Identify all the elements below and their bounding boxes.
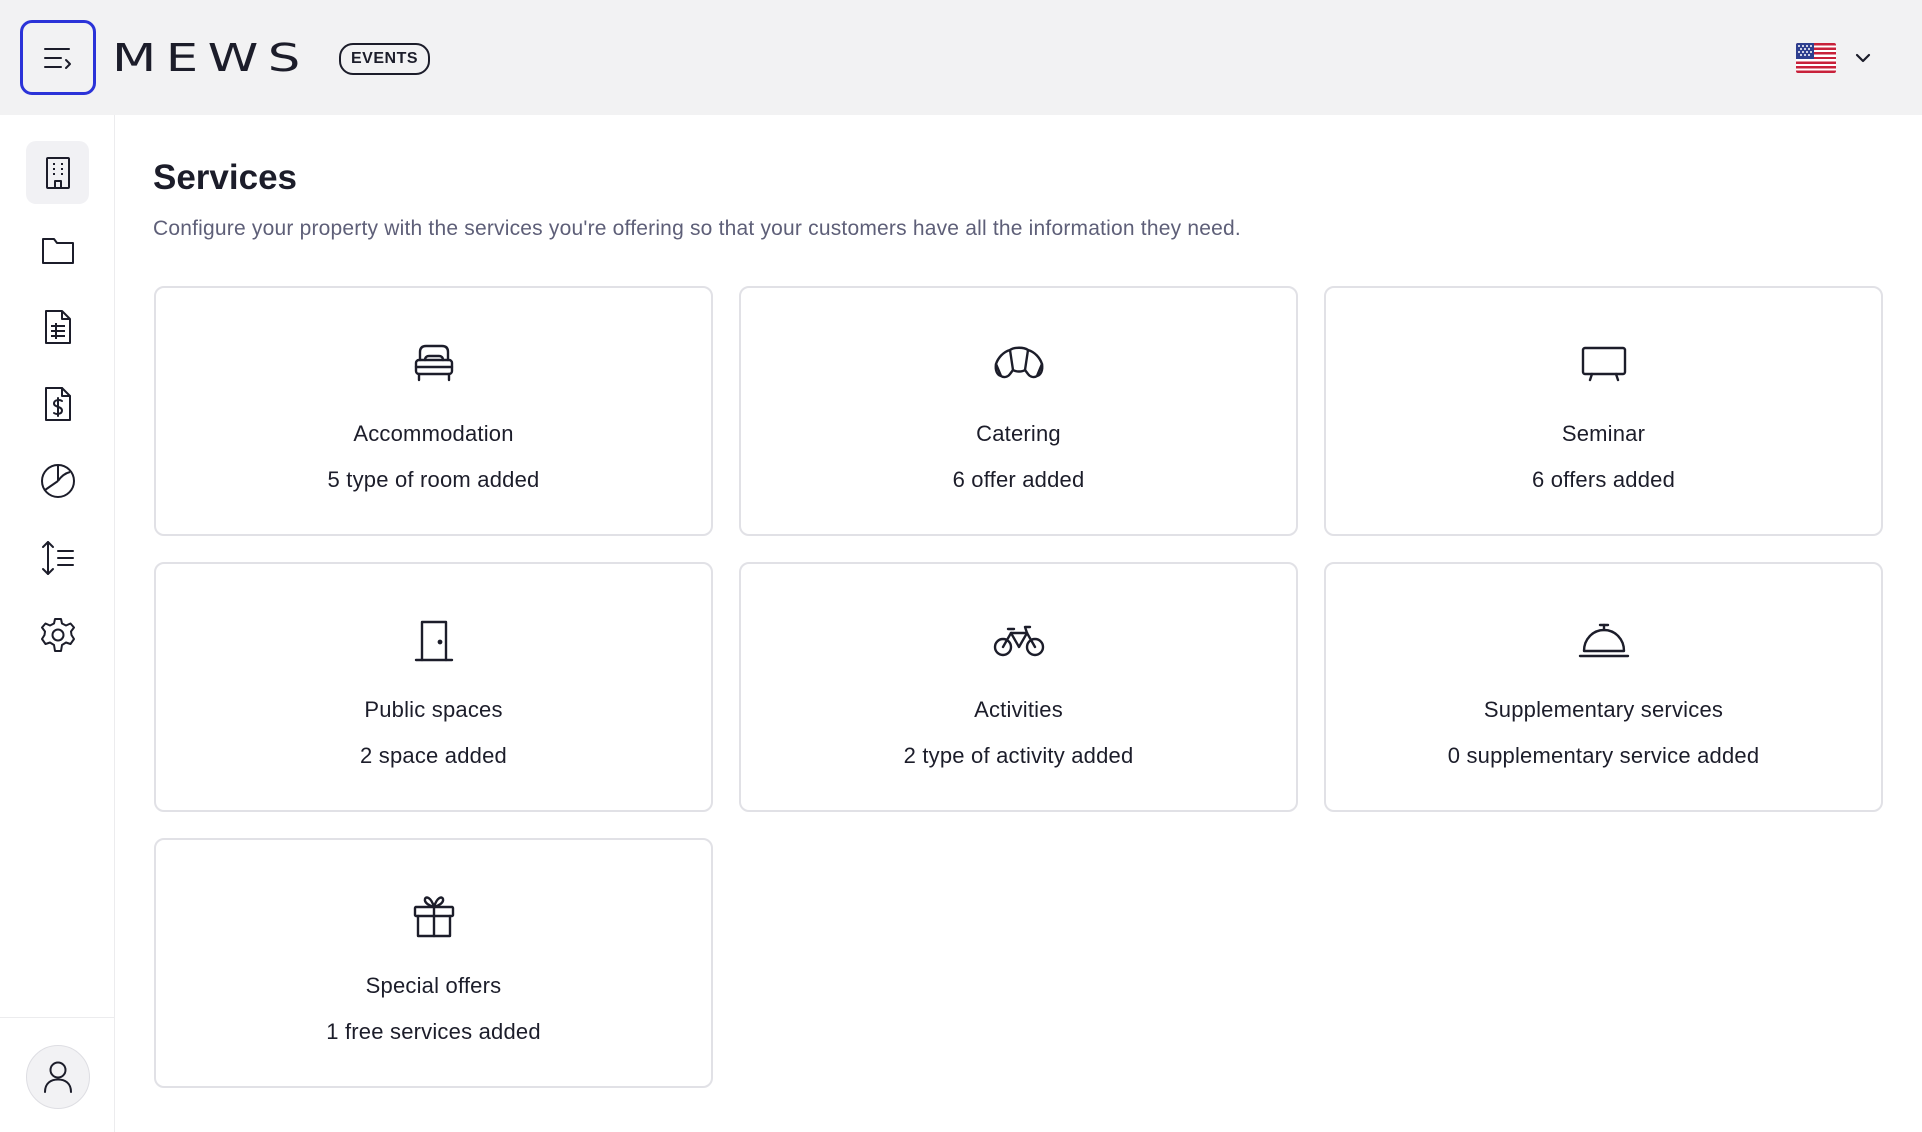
sidebar-item-documents[interactable]	[26, 295, 89, 358]
service-card-special-offers[interactable]: Special offers 1 free services added	[154, 838, 713, 1088]
card-title: Special offers	[365, 973, 502, 998]
card-subtitle: 2 space added	[360, 743, 507, 768]
language-selector[interactable]	[1796, 40, 1872, 76]
page-title: Services	[153, 158, 298, 197]
service-card-supplementary-services[interactable]: Supplementary services 0 supplementary s…	[1324, 562, 1883, 812]
card-subtitle: 6 offer added	[952, 467, 1085, 492]
menu-toggle-button[interactable]	[20, 20, 96, 95]
card-subtitle: 0 supplementary service added	[1447, 743, 1760, 768]
card-title: Public spaces	[364, 697, 503, 722]
card-title: Catering	[976, 421, 1061, 446]
sort-lines-icon	[40, 540, 76, 576]
service-card-catering[interactable]: Catering 6 offer added	[739, 286, 1298, 536]
user-avatar[interactable]	[26, 1045, 90, 1109]
bed-icon	[412, 342, 456, 390]
card-title: Activities	[974, 697, 1063, 722]
croissant-icon	[992, 342, 1046, 390]
bicycle-icon	[992, 618, 1046, 666]
card-title: Accommodation	[353, 421, 514, 446]
page-subtitle: Configure your property with the service…	[153, 217, 1241, 240]
top-bar: MEWS EVENTS	[0, 0, 1922, 115]
sidebar-item-settings[interactable]	[26, 603, 89, 666]
sidebar-item-sorting[interactable]	[26, 526, 89, 589]
service-card-activities[interactable]: Activities 2 type of activity added	[739, 562, 1298, 812]
sidebar-divider	[0, 1017, 115, 1018]
card-subtitle: 6 offers added	[1531, 467, 1676, 492]
us-flag-icon	[1796, 43, 1836, 73]
sidebar-item-folders[interactable]	[26, 218, 89, 281]
pie-chart-icon	[40, 463, 76, 499]
sidebar	[0, 115, 115, 1132]
card-subtitle: 5 type of room added	[327, 467, 540, 492]
service-card-public-spaces[interactable]: Public spaces 2 space added	[154, 562, 713, 812]
chevron-down-icon	[1854, 52, 1872, 64]
mews-events-logo: MEWS EVENTS	[112, 36, 431, 80]
events-badge: EVENTS	[339, 43, 431, 75]
gear-icon	[40, 617, 76, 653]
sidebar-item-reports[interactable]	[26, 449, 89, 512]
screen-icon	[1580, 342, 1628, 390]
sidebar-item-invoices[interactable]	[26, 372, 89, 435]
card-title: Seminar	[1561, 421, 1646, 446]
door-icon	[412, 618, 456, 666]
document-list-icon	[43, 309, 73, 345]
service-card-accommodation[interactable]: Accommodation 5 type of room added	[154, 286, 713, 536]
folder-icon	[41, 235, 75, 265]
invoice-icon	[43, 386, 73, 422]
building-icon	[43, 156, 73, 190]
menu-collapse-icon	[43, 44, 73, 72]
gift-icon	[411, 894, 457, 942]
card-subtitle: 1 free services added	[326, 1019, 541, 1044]
user-icon	[43, 1060, 73, 1094]
sidebar-item-property[interactable]	[26, 141, 89, 204]
card-title: Supplementary services	[1483, 697, 1724, 722]
service-card-seminar[interactable]: Seminar 6 offers added	[1324, 286, 1883, 536]
service-bell-icon	[1577, 618, 1631, 666]
card-subtitle: 2 type of activity added	[903, 743, 1134, 768]
